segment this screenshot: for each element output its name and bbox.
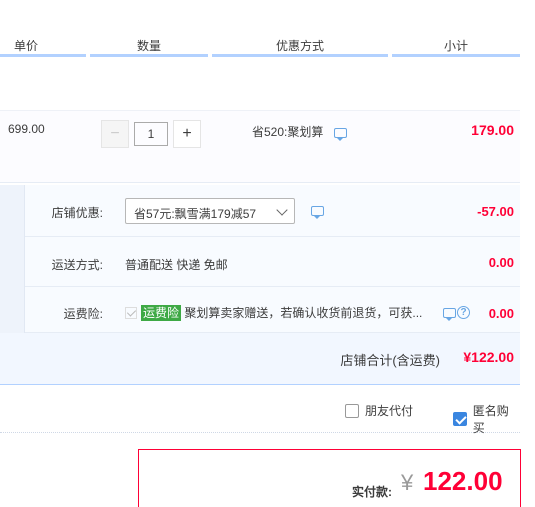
shipping-amount: 0.00 xyxy=(488,255,514,270)
anonymous-label: 匿名购买 xyxy=(472,404,509,435)
insurance-content: 运费险 聚划算卖家赠送，若确认收货前退货，可获... xyxy=(125,304,422,321)
payment-label: 实付款: xyxy=(352,485,392,499)
header-divider xyxy=(392,54,520,57)
header-divider xyxy=(90,54,208,57)
anonymous-box[interactable] xyxy=(453,412,467,426)
shop-summary: 店铺优惠: 省57元:飘雪满179减57 -57.00 运送方式: 普通配送 快… xyxy=(0,185,520,385)
item-row: 699.00 − 1 + 省520:聚划算 179.00 xyxy=(0,110,520,183)
header-divider xyxy=(212,54,388,57)
insurance-amount: 0.00 xyxy=(488,306,514,321)
shipping-value: 普通配送 快递 免邮 xyxy=(125,258,228,272)
order-options: 朋友代付 匿名购买 xyxy=(0,386,520,436)
payment-currency: ¥ xyxy=(401,470,414,495)
header-quantity: 数量 xyxy=(137,39,162,53)
chevron-down-icon xyxy=(276,204,288,216)
friend-pay-label: 朋友代付 xyxy=(365,404,414,418)
table-header: 单价 数量 优惠方式 小计 xyxy=(0,30,520,58)
decrease-quantity-button[interactable]: − xyxy=(101,120,129,148)
insurance-tag: 运费险 xyxy=(141,305,182,321)
help-icon[interactable]: ? xyxy=(457,306,470,319)
insurance-checkbox xyxy=(125,307,137,319)
insurance-label: 运费险: xyxy=(63,307,103,321)
insurance-row: 运费险: 运费险 聚划算卖家赠送，若确认收货前退货，可获... ? 0.00 xyxy=(25,287,520,333)
shipping-row: 运送方式: 普通配送 快递 免邮 0.00 xyxy=(25,237,520,287)
shop-left-strip xyxy=(0,185,25,333)
shipping-label: 运送方式: xyxy=(51,258,103,272)
item-subtotal: 179.00 xyxy=(471,122,514,138)
payment-summary: 实付款: ¥ 122.00 xyxy=(138,449,521,507)
discount-info-icon[interactable] xyxy=(311,206,324,219)
item-promotion: 省520:聚划算 xyxy=(252,125,324,139)
quantity-stepper: − 1 + xyxy=(101,120,201,148)
anonymous-checkbox[interactable]: 匿名购买 xyxy=(453,402,520,436)
friend-pay-checkbox[interactable]: 朋友代付 xyxy=(345,402,413,419)
shop-discount-select[interactable]: 省57元:飘雪满179减57 xyxy=(125,198,295,224)
shop-total-row: 店铺合计(含运费) ¥122.00 xyxy=(0,333,520,385)
increase-quantity-button[interactable]: + xyxy=(173,120,201,148)
shop-discount-select-value: 省57元:飘雪满179减57 xyxy=(134,207,257,221)
header-subtotal: 小计 xyxy=(444,39,469,53)
shop-discount-label: 店铺优惠: xyxy=(51,206,103,220)
shop-total-label: 店铺合计(含运费) xyxy=(340,353,440,368)
header-unit-price: 单价 xyxy=(14,39,39,53)
header-promotion: 优惠方式 xyxy=(276,39,325,53)
insurance-chat-icon[interactable] xyxy=(443,308,456,321)
quantity-input[interactable]: 1 xyxy=(134,122,168,146)
shop-discount-row: 店铺优惠: 省57元:飘雪满179减57 -57.00 xyxy=(25,185,520,237)
item-unit-price: 699.00 xyxy=(8,122,45,136)
shop-total-value: ¥122.00 xyxy=(463,349,514,365)
payment-amount: 122.00 xyxy=(423,466,503,496)
promotion-info-icon[interactable] xyxy=(334,128,347,141)
friend-pay-box[interactable] xyxy=(345,403,359,418)
shop-discount-amount: -57.00 xyxy=(477,204,514,219)
insurance-text: 聚划算卖家赠送，若确认收货前退货，可获... xyxy=(184,306,423,320)
header-divider xyxy=(0,54,86,57)
